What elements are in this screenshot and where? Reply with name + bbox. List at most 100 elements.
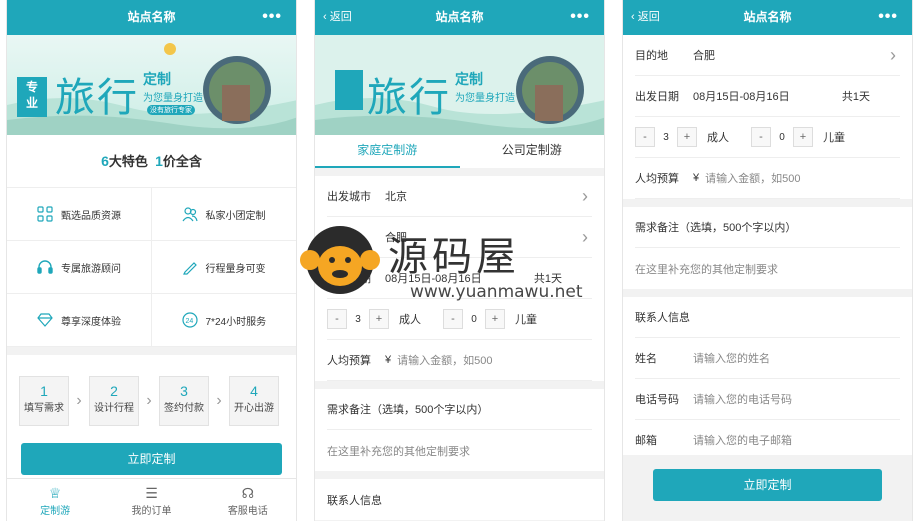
- crown-icon: ♕: [48, 485, 62, 501]
- phone-row[interactable]: 电话号码 请输入您的电话号码: [635, 379, 900, 420]
- currency-symbol: ¥: [693, 172, 700, 184]
- adult-stepper: - 3 +: [327, 309, 389, 329]
- child-label: 儿童: [823, 132, 845, 144]
- feature-label: 私家小团定制: [205, 210, 266, 222]
- destination-row[interactable]: 目的地 合肥 ›: [327, 217, 592, 258]
- days-count: 共1天: [841, 91, 870, 103]
- banner-sub-line: 为您量身打造: [455, 93, 515, 104]
- chevron-right-icon: ›: [76, 392, 82, 409]
- date-row[interactable]: 出发日期 08月15日-08月16日 共1天: [327, 258, 592, 299]
- list-icon: ☰: [145, 485, 158, 501]
- minus-button[interactable]: -: [751, 127, 771, 147]
- budget-row[interactable]: 人均预算 ¥ 请输入金额，如500: [635, 158, 900, 199]
- remark-label: 需求备注（选填，500个字以内）: [635, 222, 797, 234]
- step-number: 3: [180, 383, 188, 399]
- more-dots-icon[interactable]: •••: [262, 0, 282, 33]
- field-label: 电话号码: [635, 394, 679, 406]
- more-dots-icon[interactable]: •••: [570, 0, 590, 33]
- field-label: 目的地: [635, 50, 668, 62]
- remark-placeholder: 在这里补充您的其他定制要求: [635, 263, 778, 276]
- adult-stepper: - 3 +: [635, 127, 697, 147]
- budget-row[interactable]: 人均预算 ¥ 请输入金额，如500: [327, 340, 592, 381]
- hero-banner: 专 业 旅行 定制 为您量身打造 没有旅行专家: [7, 35, 296, 135]
- plus-button[interactable]: +: [677, 127, 697, 147]
- process-steps: 1 填写需求 › 2 设计行程 › 3 签约付款 › 4 开心出游: [7, 355, 296, 429]
- tab-custom-tour[interactable]: ♕ 定制游: [7, 479, 103, 521]
- tab-my-orders[interactable]: ☰ 我的订单: [103, 479, 199, 521]
- destination-row[interactable]: 目的地 合肥 ›: [635, 35, 900, 76]
- headset-icon: ☊: [241, 485, 255, 501]
- chevron-right-icon: ›: [582, 186, 588, 206]
- more-dots-icon[interactable]: •••: [878, 0, 898, 33]
- remark-input[interactable]: 在这里补充您的其他定制要求: [635, 248, 900, 289]
- banner-sub-main: 定制: [143, 71, 171, 87]
- tab-service-phone[interactable]: ☊ 客服电话: [200, 479, 296, 521]
- adult-count: 3: [355, 313, 361, 325]
- feature-item: 行程量身可变: [151, 241, 296, 294]
- tab-company-tour[interactable]: 公司定制游: [460, 135, 605, 168]
- banner-headline: 旅行: [55, 75, 139, 121]
- tab-label: 我的订单: [131, 506, 172, 517]
- budget-input[interactable]: 请输入金额，如500: [705, 170, 800, 186]
- chevron-right-icon: ›: [582, 227, 588, 247]
- date-row[interactable]: 出发日期 08月15日-08月16日 共1天: [635, 76, 900, 117]
- field-value: 合肥: [385, 232, 407, 244]
- remark-input[interactable]: 在这里补充您的其他定制要求: [327, 430, 592, 471]
- minus-button[interactable]: -: [635, 127, 655, 147]
- screen-custom-form: ‹ 返回 站点名称 ••• 旅行 定制 为您量身打造 家庭定制游 公司定制游 出…: [314, 0, 605, 521]
- depart-city-row[interactable]: 出发城市 北京 ›: [327, 176, 592, 217]
- chevron-right-icon: ›: [890, 45, 896, 65]
- step-1: 1 填写需求: [19, 376, 69, 426]
- banner-tag-line1: 专: [25, 80, 38, 94]
- field-label: 邮箱: [635, 435, 657, 447]
- plus-button[interactable]: +: [485, 309, 505, 329]
- screen-contact-form: ‹ 返回 站点名称 ••• 目的地 合肥 › 出发日期 08月15日-08月16…: [622, 0, 913, 521]
- plus-button[interactable]: +: [793, 127, 813, 147]
- adult-count: 3: [663, 131, 669, 143]
- field-value: 08月15日-08月16日: [693, 91, 790, 103]
- field-label: 人均预算: [327, 355, 371, 367]
- page-title: 站点名称: [743, 10, 792, 24]
- step-number: 4: [250, 383, 258, 399]
- travelers-row: - 3 + 成人 - 0 + 儿童: [327, 299, 592, 340]
- banner-tag: 专 业: [17, 79, 47, 111]
- field-label: 目的地: [327, 232, 360, 244]
- phone-input[interactable]: 请输入您的电话号码: [693, 391, 792, 407]
- submit-button[interactable]: 立即定制: [653, 469, 882, 501]
- chevron-right-icon: ›: [216, 392, 222, 409]
- banner-badge: 没有旅行专家: [147, 105, 195, 115]
- feature-label: 尊享深度体验: [61, 316, 121, 328]
- grid-icon: [37, 206, 53, 222]
- currency-symbol: ¥: [385, 354, 392, 366]
- adult-label: 成人: [399, 314, 421, 326]
- email-input[interactable]: 请输入您的电子邮箱: [693, 432, 792, 448]
- tab-label: 定制游: [40, 506, 71, 517]
- name-row[interactable]: 姓名 请输入您的姓名: [635, 338, 900, 379]
- minus-button[interactable]: -: [443, 309, 463, 329]
- child-label: 儿童: [515, 314, 537, 326]
- plus-button[interactable]: +: [369, 309, 389, 329]
- step-2: 2 设计行程: [89, 376, 139, 426]
- features-num1: 6: [101, 153, 109, 169]
- name-input[interactable]: 请输入您的姓名: [693, 350, 770, 366]
- banner-tag-line2: 业: [25, 96, 38, 110]
- feature-item: 24 7*24小时服务: [151, 294, 296, 347]
- customize-now-button[interactable]: 立即定制: [21, 443, 282, 475]
- step-label: 签约付款: [164, 403, 204, 414]
- field-label: 出发日期: [327, 273, 371, 285]
- child-count: 0: [779, 131, 785, 143]
- travelers-row: - 3 + 成人 - 0 + 儿童: [635, 117, 900, 158]
- minus-button[interactable]: -: [327, 309, 347, 329]
- budget-input[interactable]: 请输入金额，如500: [397, 352, 492, 368]
- feature-item: 尊享深度体验: [7, 294, 152, 347]
- screen-home: 站点名称 ••• 专 业 旅行 定制 为您量身打造 没有旅行专家 6大特色 1价…: [6, 0, 297, 521]
- bottom-tab-bar: ♕ 定制游 ☰ 我的订单 ☊ 客服电话: [7, 478, 296, 521]
- tour-type-tabs: 家庭定制游 公司定制游: [315, 135, 604, 168]
- field-label: 人均预算: [635, 173, 679, 185]
- tab-family-tour[interactable]: 家庭定制游: [315, 135, 460, 168]
- contact-title-row: 联系人信息: [327, 479, 592, 520]
- remark-label-row: 需求备注（选填，500个字以内）: [327, 389, 592, 430]
- feature-label: 甄选品质资源: [61, 210, 121, 222]
- features-text2: 价全含: [162, 154, 202, 169]
- remark-label-row: 需求备注（选填，500个字以内）: [635, 207, 900, 248]
